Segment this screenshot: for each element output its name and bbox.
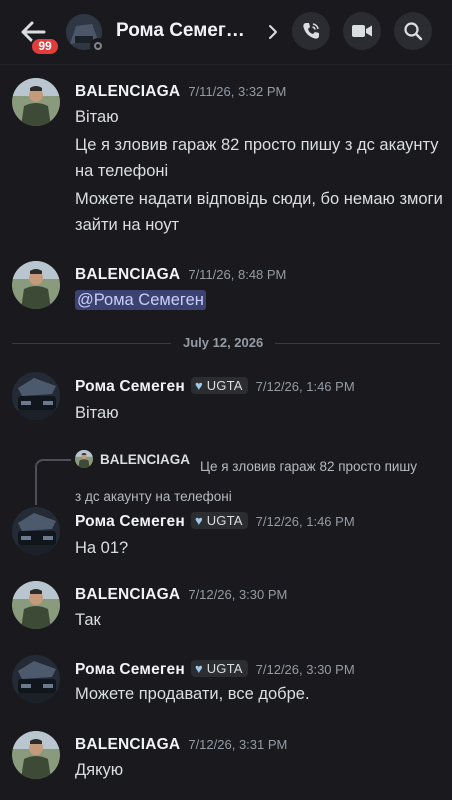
avatar[interactable] <box>12 372 60 420</box>
message-author[interactable]: Рома Семеген ♥ UGTA 7/12/26, 3:30 PM <box>75 660 355 679</box>
message-timestamp: 7/12/26, 3:30 PM <box>188 587 288 602</box>
message-text: На 01? <box>75 539 129 557</box>
message-timestamp: 7/11/26, 3:32 PM <box>188 84 287 99</box>
message-timestamp: 7/12/26, 3:31 PM <box>188 737 288 752</box>
message-text: Дякую <box>75 761 124 779</box>
clan-tag[interactable]: ♥ UGTA <box>190 377 248 394</box>
avatar[interactable] <box>12 655 60 703</box>
video-call-button[interactable] <box>343 12 381 50</box>
heart-icon: ♥ <box>194 378 203 393</box>
status-indicator <box>90 38 106 54</box>
message-text: Вітаю Це я зловив гараж 82 просто пишу з… <box>75 108 443 234</box>
video-camera-icon <box>352 25 372 37</box>
message-author[interactable]: BALENCIAGA 7/12/26, 3:30 PM <box>75 586 287 604</box>
reply-author[interactable]: BALENCIAGA <box>100 452 190 467</box>
message-text: Можете продавати, все добре. <box>75 685 310 703</box>
avatar[interactable] <box>12 78 60 126</box>
chevron-right-icon[interactable] <box>268 24 278 40</box>
search-icon <box>404 22 423 41</box>
clan-tag[interactable]: ♥ UGTA <box>190 660 248 677</box>
message-timestamp: 7/12/26, 1:46 PM <box>255 514 355 529</box>
reply-connector <box>35 459 71 505</box>
chat-header: 99 Рома Семег… <box>0 0 452 65</box>
message-author[interactable]: Рома Семеген ♥ UGTA 7/12/26, 1:46 PM <box>75 512 355 531</box>
avatar[interactable] <box>12 507 60 555</box>
message-text: Так <box>75 611 101 629</box>
voice-call-button[interactable] <box>292 12 330 50</box>
message-author[interactable]: BALENCIAGA 7/12/26, 3:31 PM <box>75 736 287 754</box>
unread-badge: 99 <box>30 37 60 56</box>
message-timestamp: 7/12/26, 3:30 PM <box>255 662 355 677</box>
message-author[interactable]: BALENCIAGA 7/11/26, 8:48 PM <box>75 266 286 284</box>
heart-icon: ♥ <box>194 513 203 528</box>
message-timestamp: 7/11/26, 8:48 PM <box>188 267 287 282</box>
message-text: @Рома Семеген <box>75 287 445 313</box>
message-author[interactable]: Рома Семеген ♥ UGTA 7/12/26, 1:46 PM <box>75 377 355 396</box>
avatar[interactable] <box>12 581 60 629</box>
heart-icon: ♥ <box>194 661 203 676</box>
user-mention[interactable]: @Рома Семеген <box>75 290 206 310</box>
message-text: Вітаю <box>75 404 119 422</box>
channel-title[interactable]: Рома Семег… <box>116 20 245 42</box>
phone-call-icon <box>303 23 319 39</box>
clan-tag[interactable]: ♥ UGTA <box>190 512 248 529</box>
message-timestamp: 7/12/26, 1:46 PM <box>255 379 355 394</box>
avatar[interactable] <box>12 731 60 779</box>
message-author[interactable]: BALENCIAGA 7/11/26, 3:32 PM <box>75 83 286 101</box>
date-divider-label: July 12, 2026 <box>171 335 276 350</box>
search-button[interactable] <box>394 12 432 50</box>
avatar[interactable] <box>12 261 60 309</box>
